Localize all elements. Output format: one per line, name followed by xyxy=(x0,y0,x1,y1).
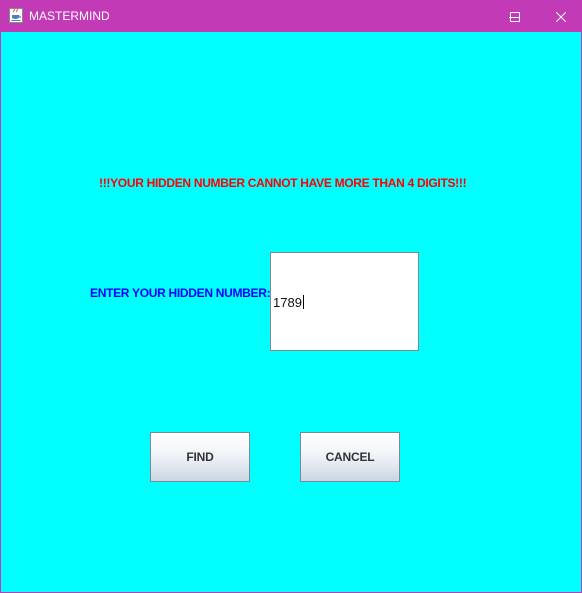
window-title: MASTERMIND xyxy=(29,9,110,23)
maximize-icon xyxy=(510,11,520,22)
hidden-number-label: ENTER YOUR HIDDEN NUMBER: xyxy=(90,286,271,300)
close-button[interactable] xyxy=(538,1,582,32)
hidden-number-input[interactable]: 1789 xyxy=(270,252,419,351)
title-bar[interactable]: MASTERMIND xyxy=(1,1,581,32)
digit-limit-warning: !!!YOUR HIDDEN NUMBER CANNOT HAVE MORE T… xyxy=(99,176,467,190)
maximize-button[interactable] xyxy=(492,1,538,32)
hidden-number-value: 1789 xyxy=(273,295,304,310)
text-caret xyxy=(302,295,304,309)
find-button[interactable]: FIND xyxy=(150,432,250,482)
java-cup-icon xyxy=(9,8,23,23)
close-icon xyxy=(556,11,566,22)
content-panel: !!!YOUR HIDDEN NUMBER CANNOT HAVE MORE T… xyxy=(1,32,581,592)
cancel-button[interactable]: CANCEL xyxy=(300,432,400,482)
mastermind-window: MASTERMIND !!!YOUR HIDDEN NUMBER CANNOT … xyxy=(0,0,582,593)
